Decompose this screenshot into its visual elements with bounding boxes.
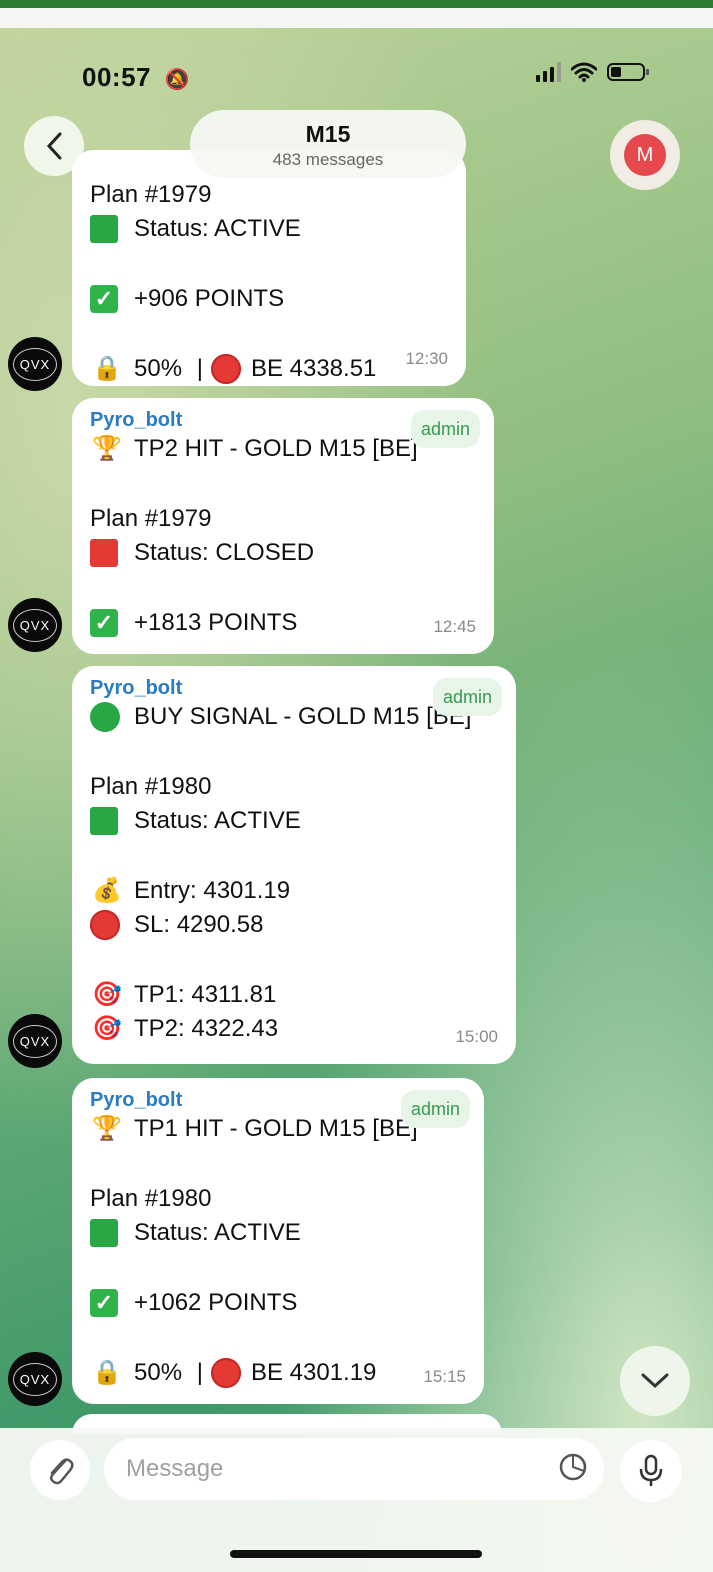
admin-badge: admin: [432, 678, 502, 716]
points-line: ✓ +1813 POINTS: [90, 606, 476, 640]
message-input[interactable]: Message: [104, 1438, 604, 1500]
trophy-icon: 🏆: [92, 435, 122, 462]
message-bubble[interactable]: Plan #1979 Status: ACTIVE ✓ +906 POINTS 🔒…: [72, 150, 466, 386]
stop-sign-icon: [90, 910, 120, 940]
top-stripe: [0, 0, 713, 8]
avatar[interactable]: QVX: [8, 337, 62, 391]
message-bubble[interactable]: Pyro_bolt admin 🏆 TP1 HIT - GOLD M15 [BE]…: [72, 1078, 484, 1404]
tp2-line: 🎯 TP2: 4322.43: [90, 1012, 498, 1046]
avatar[interactable]: QVX: [8, 598, 62, 652]
message-time: 12:45: [433, 617, 476, 636]
tp1-line: 🎯 TP1: 4311.81: [90, 978, 498, 1012]
message-time: 15:15: [423, 1367, 466, 1386]
timer-icon[interactable]: [558, 1452, 588, 1482]
chat-title[interactable]: M15 483 messages: [190, 110, 466, 178]
message-bubble[interactable]: Pyro_bolt admin BUY SIGNAL - GOLD M15 [B…: [72, 666, 516, 1064]
status-icons: [536, 62, 649, 82]
wifi-icon: [571, 62, 597, 82]
entry-line: 💰 Entry: 4301.19: [90, 874, 498, 908]
lock-icon: 🔒: [92, 355, 122, 382]
trophy-icon: 🏆: [92, 1115, 122, 1142]
status-line: Status: ACTIVE: [90, 1216, 466, 1250]
plan-line: Plan #1980: [90, 773, 212, 800]
breakeven-line: 🔒 50% | BE 4338.51: [90, 352, 448, 386]
stop-sign-icon: [210, 1358, 241, 1388]
sl-line: SL: 4290.58: [90, 908, 498, 942]
target-icon: 🎯: [92, 1015, 122, 1042]
admin-badge: admin: [400, 1090, 470, 1128]
target-icon: 🎯: [92, 981, 122, 1008]
green-circle-icon: [90, 702, 120, 732]
lock-icon: 🔒: [92, 1359, 122, 1386]
message-time: 15:00: [455, 1027, 498, 1046]
message-bubble[interactable]: Pyro_bolt admin 🏆 TP2 HIT - GOLD M15 [BE]…: [72, 398, 494, 654]
attach-button[interactable]: [30, 1440, 90, 1500]
money-bag-icon: 💰: [92, 877, 122, 904]
avatar[interactable]: QVX: [8, 1014, 62, 1068]
chat-subtitle: 483 messages: [272, 150, 384, 169]
home-indicator[interactable]: [230, 1550, 482, 1558]
admin-badge: admin: [410, 410, 480, 448]
profile-avatar[interactable]: M: [610, 120, 680, 190]
chevron-down-icon: [641, 1373, 669, 1389]
mic-button[interactable]: [620, 1440, 682, 1502]
top-margin: [0, 8, 713, 28]
chat-title-text: M15: [305, 121, 351, 147]
green-square-icon: [90, 1219, 118, 1247]
green-square-icon: [90, 215, 118, 243]
status-line: Status: ACTIVE: [90, 804, 498, 838]
avatar[interactable]: QVX: [8, 1352, 62, 1406]
plan-line: Plan #1979: [90, 181, 212, 208]
signal-icon: [536, 62, 561, 82]
green-square-icon: [90, 807, 118, 835]
microphone-icon: [639, 1454, 663, 1486]
points-line: ✓ +1062 POINTS: [90, 1286, 466, 1320]
message-time: 12:30: [405, 349, 448, 368]
red-square-icon: [90, 539, 118, 567]
status-line: Status: ACTIVE: [90, 212, 448, 246]
bell-slash-icon: 🔕: [164, 69, 191, 91]
scroll-down-button[interactable]: [620, 1346, 690, 1416]
status-time: 00:57 🔕: [82, 62, 190, 93]
points-line: ✓ +906 POINTS: [90, 282, 448, 316]
paperclip-icon: [50, 1458, 74, 1485]
message-placeholder: Message: [126, 1455, 224, 1482]
stop-sign-icon: [210, 354, 241, 384]
check-icon: ✓: [90, 285, 118, 313]
clock-text: 00:57: [82, 62, 151, 92]
battery-icon: [607, 63, 649, 81]
check-icon: ✓: [90, 1289, 118, 1317]
breakeven-line: 🔒 50% | BE 4301.19: [90, 1356, 466, 1390]
plan-line: Plan #1980: [90, 1185, 212, 1212]
check-icon: ✓: [90, 609, 118, 637]
plan-line: Plan #1979: [90, 505, 212, 532]
chevron-left-icon: [46, 132, 62, 160]
status-line: Status: CLOSED: [90, 536, 476, 570]
